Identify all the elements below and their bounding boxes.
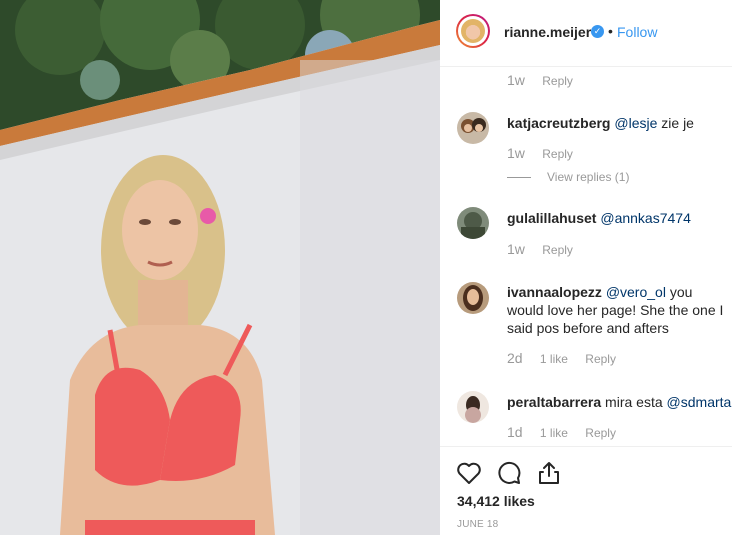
comment-meta: 1w Reply <box>507 72 573 88</box>
follow-button[interactable]: Follow <box>617 24 657 40</box>
mention-link[interactable]: @lesje <box>614 115 657 131</box>
comment-body: mira esta <box>601 394 667 410</box>
mention-link[interactable]: @vero_ol <box>606 284 666 300</box>
comment-body: zie je <box>657 115 694 131</box>
comment-time[interactable]: 1w <box>507 241 525 257</box>
likes-count[interactable]: 34,412 likes <box>457 493 535 509</box>
commenter-username[interactable]: ivannaalopezz <box>507 284 602 300</box>
view-replies-label: View replies (1) <box>547 170 630 184</box>
verified-check-icon: ✓ <box>591 25 604 38</box>
mention-link[interactable]: @sdmarta <box>667 394 732 410</box>
photo-illustration <box>0 0 440 535</box>
comment-likes[interactable]: 1 like <box>540 426 568 440</box>
heart-icon[interactable] <box>455 459 483 487</box>
comment-text: katjacreutzberg @lesje zie je <box>507 114 732 132</box>
comment-meta: 1d 1 like Reply <box>507 424 616 440</box>
comment-likes[interactable]: 1 like <box>540 352 568 366</box>
reply-button[interactable]: Reply <box>542 243 573 257</box>
post-actions: 34,412 likes JUNE 18 <box>440 446 732 535</box>
author-username[interactable]: rianne.meijer <box>504 24 591 40</box>
comment-text: peraltabarrera mira esta @sdmarta <box>507 393 732 411</box>
comment-time[interactable]: 1w <box>507 72 525 88</box>
author-avatar[interactable] <box>456 14 490 48</box>
commenter-username[interactable]: katjacreutzberg <box>507 115 610 131</box>
comment-time[interactable]: 2d <box>507 350 523 366</box>
comment-text: ivannaalopezz @vero_ol you would love he… <box>507 283 732 337</box>
reply-button[interactable]: Reply <box>542 74 573 88</box>
comment-text: gulalillahuset @annkas7474 <box>507 209 732 227</box>
post-sidebar: rianne.meijer ✓ • Follow 1w Reply katjac… <box>440 0 732 535</box>
reply-button[interactable]: Reply <box>585 352 616 366</box>
post-photo <box>0 0 440 535</box>
comment-meta: 1w Reply <box>507 241 573 257</box>
commenter-avatar[interactable] <box>457 112 489 144</box>
separator-dot: • <box>608 23 613 39</box>
share-icon[interactable] <box>535 459 563 487</box>
comment-time[interactable]: 1w <box>507 145 525 161</box>
comment-meta: 2d 1 like Reply <box>507 350 616 366</box>
commenter-avatar[interactable] <box>457 207 489 239</box>
commenter-username[interactable]: peraltabarrera <box>507 394 601 410</box>
commenter-username[interactable]: gulalillahuset <box>507 210 596 226</box>
reply-button[interactable]: Reply <box>542 147 573 161</box>
post-date[interactable]: JUNE 18 <box>457 519 498 530</box>
comment-time[interactable]: 1d <box>507 424 523 440</box>
comment-meta: 1w Reply <box>507 145 573 161</box>
replies-divider <box>507 177 531 179</box>
reply-button[interactable]: Reply <box>585 426 616 440</box>
commenter-avatar[interactable] <box>457 282 489 314</box>
mention-link[interactable]: @annkas7474 <box>600 210 691 226</box>
post-header: rianne.meijer ✓ • Follow <box>440 0 732 67</box>
comment-icon[interactable] <box>495 459 523 487</box>
view-replies-button[interactable]: View replies (1) <box>507 170 629 184</box>
commenter-avatar[interactable] <box>457 391 489 423</box>
